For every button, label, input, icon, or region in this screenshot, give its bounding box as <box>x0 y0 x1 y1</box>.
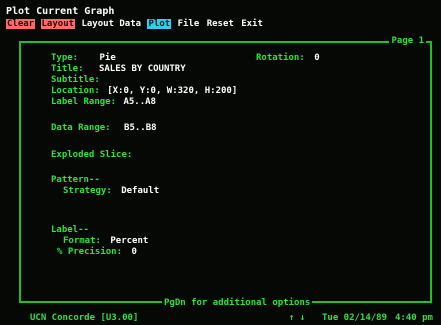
exploded-slice-row[interactable]: Exploded Slice: <box>51 150 132 160</box>
data-range-label: Data Range: <box>51 123 111 133</box>
pgdn-hint: PgDn for additional options <box>162 298 313 308</box>
settings-panel: Page 1 Type: Pie Rotation: 0 Title: SALE… <box>19 36 432 308</box>
label-heading: Label-- <box>51 225 89 235</box>
location-value[interactable]: [X:0, Y:0, W:320, H:200] <box>107 86 237 96</box>
pattern-heading: Pattern-- <box>51 175 100 185</box>
page-indicator: Page 1 <box>389 36 426 46</box>
data-range-row[interactable]: Data Range: B5..B8 <box>51 123 157 133</box>
format-value[interactable]: Percent <box>110 236 148 246</box>
scroll-arrows-icon: ↑ ↓ <box>289 313 306 323</box>
pattern-label: Pattern-- <box>51 175 100 185</box>
precision-label: % Precision: <box>57 247 123 257</box>
type-row[interactable]: Type: Pie <box>51 53 116 63</box>
label-section-label: Label-- <box>51 225 89 235</box>
rotation-label: Rotation: <box>256 53 305 63</box>
menu-item-plot[interactable]: Plot <box>147 19 172 29</box>
menu-bar: Clear Layout Layout Data Plot File Reset… <box>6 19 264 29</box>
title-value[interactable]: SALES BY COUNTRY <box>99 64 186 74</box>
menu-item-layout[interactable]: Layout <box>40 19 76 29</box>
rotation-row[interactable]: Rotation: 0 <box>256 53 320 63</box>
type-label: Type: <box>51 53 79 63</box>
menu-item-file[interactable]: File <box>177 19 201 29</box>
menu-item-reset[interactable]: Reset <box>206 19 235 29</box>
location-row[interactable]: Location: [X:0, Y:0, W:320, H:200] <box>51 86 237 96</box>
status-time: 4:40 pm <box>395 313 433 323</box>
app-version: UCN Concorde [U3.00] <box>30 313 139 323</box>
terminal-screen: Plot Current Graph Clear Layout Layout D… <box>0 0 441 325</box>
menu-item-clear[interactable]: Clear <box>6 19 36 29</box>
title-row[interactable]: Title: SALES BY COUNTRY <box>51 64 186 74</box>
type-value[interactable]: Pie <box>100 53 116 63</box>
precision-value[interactable]: 0 <box>131 247 136 257</box>
menu-item-layout-data[interactable]: Layout Data <box>80 19 142 29</box>
window-title: Plot Current Graph <box>6 6 115 17</box>
label-range-value[interactable]: A5..A8 <box>123 97 156 107</box>
subtitle-label: Subtitle: <box>51 75 100 85</box>
subtitle-row[interactable]: Subtitle: <box>51 75 100 85</box>
strategy-label: Strategy: <box>63 186 112 196</box>
format-row[interactable]: Format: Percent <box>63 236 148 246</box>
exploded-slice-label: Exploded Slice: <box>51 150 133 160</box>
title-label: Title: <box>51 64 84 74</box>
format-label: Format: <box>63 236 101 246</box>
precision-row[interactable]: % Precision: 0 <box>57 247 137 257</box>
strategy-row[interactable]: Strategy: Default <box>63 186 159 196</box>
strategy-value[interactable]: Default <box>121 186 159 196</box>
label-range-label: Label Range: <box>51 97 117 107</box>
label-range-row[interactable]: Label Range: A5..A8 <box>51 97 156 107</box>
rotation-value[interactable]: 0 <box>314 53 319 63</box>
menu-item-exit[interactable]: Exit <box>240 19 264 29</box>
location-label: Location: <box>51 86 100 96</box>
status-date: Tue 02/14/89 <box>322 313 388 323</box>
data-range-value[interactable]: B5..B8 <box>124 123 157 133</box>
